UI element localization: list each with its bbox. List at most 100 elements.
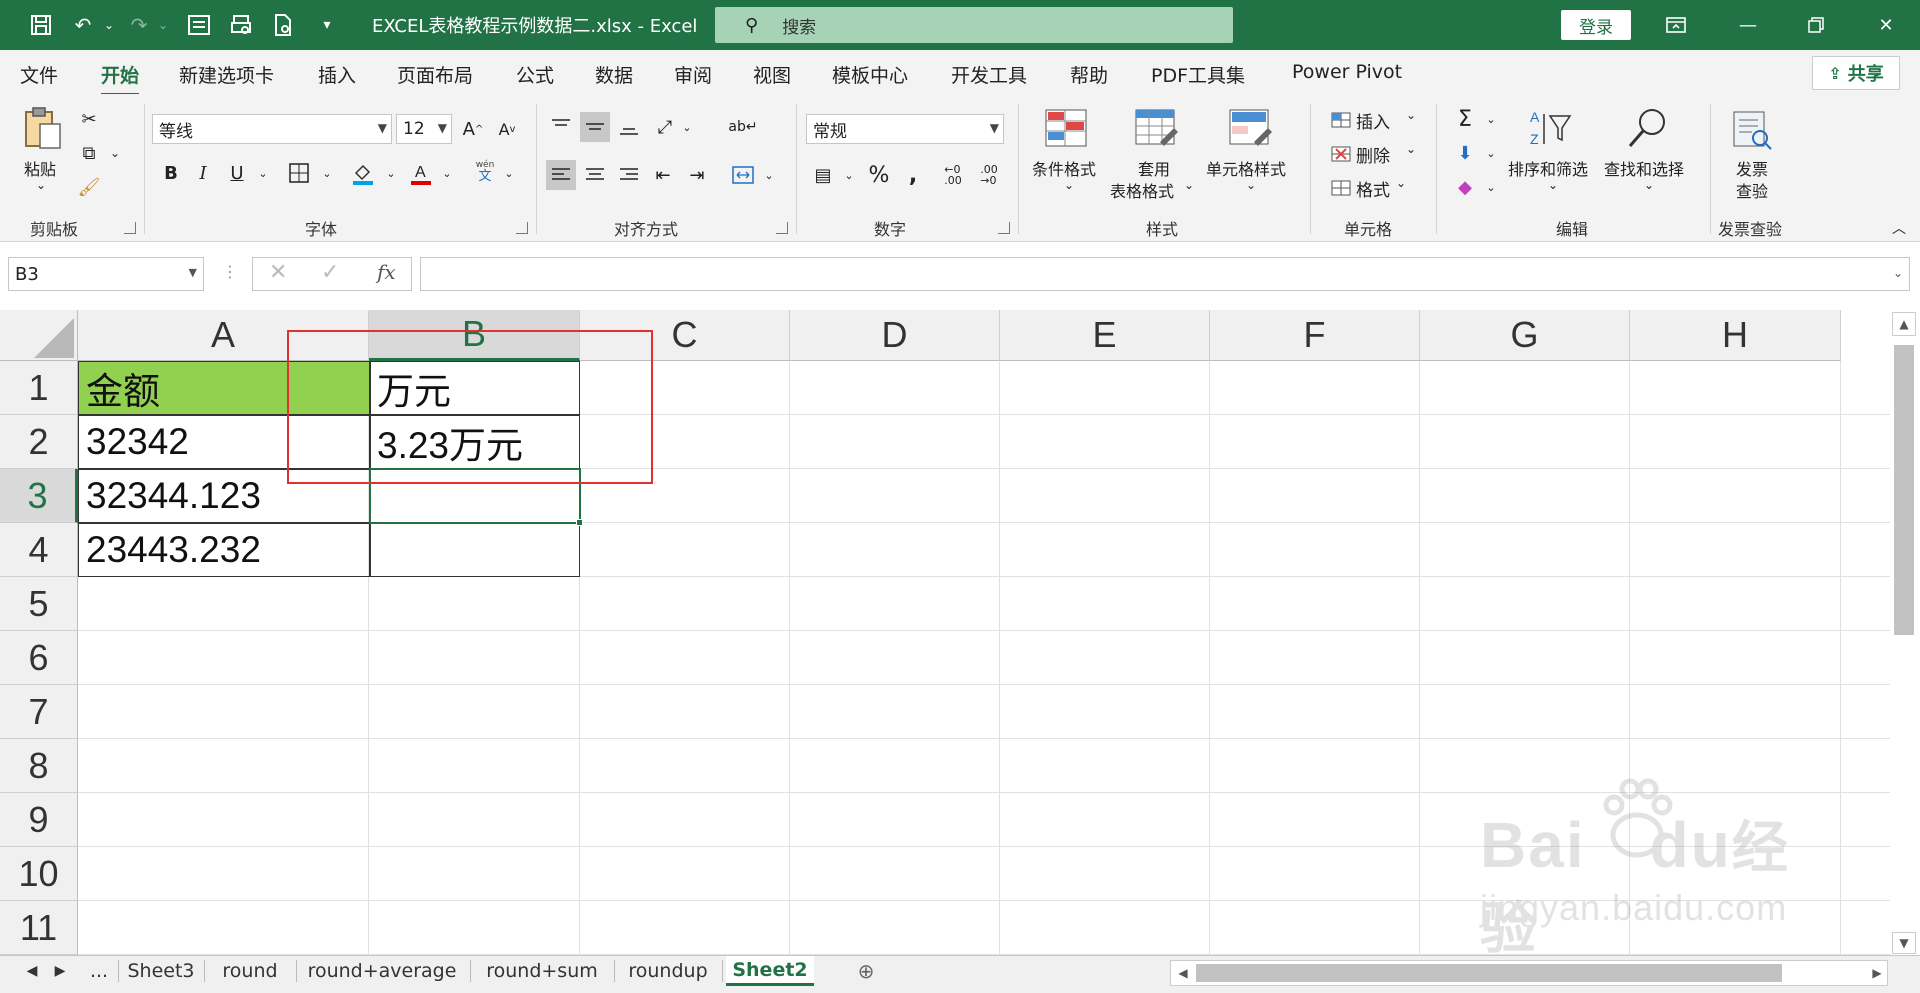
autosum-dropdown-icon[interactable]: ⌄ <box>1476 104 1506 134</box>
fill-color-dropdown-icon[interactable]: ⌄ <box>376 158 406 188</box>
collapse-ribbon-icon[interactable]: ︿ <box>1892 218 1906 238</box>
font-color-dropdown-icon[interactable]: ⌄ <box>432 158 462 188</box>
merge-dropdown-icon[interactable]: ⌄ <box>754 160 784 190</box>
column-header-g[interactable]: G <box>1420 310 1630 361</box>
print-preview-icon[interactable] <box>224 8 258 42</box>
scroll-left-icon[interactable]: ◀ <box>1172 960 1194 986</box>
name-box[interactable]: B3 ▼ <box>8 257 204 291</box>
decrease-decimal-icon[interactable]: .00 →0 <box>974 160 1004 190</box>
conditional-format-icon[interactable] <box>1044 108 1088 152</box>
sheet-tab-sheet2[interactable]: Sheet2 <box>726 956 814 986</box>
cell-styles-dropdown-icon[interactable]: ⌄ <box>1246 178 1256 192</box>
customize-qat-icon[interactable]: ▾ <box>310 8 344 42</box>
tab-pdf-tools[interactable]: PDF工具集 <box>1151 61 1245 88</box>
row-header-8[interactable]: 8 <box>0 739 78 793</box>
insert-cells-icon[interactable] <box>1326 104 1356 134</box>
tab-new-tab[interactable]: 新建选项卡 <box>179 61 274 88</box>
format-as-table-dropdown-icon[interactable]: ⌄ <box>1184 178 1194 192</box>
sort-filter-button[interactable]: 排序和筛选 <box>1508 156 1588 180</box>
increase-indent-icon[interactable]: ⇥ <box>682 160 712 190</box>
cell-a4[interactable]: 23443.232 <box>80 524 368 576</box>
tab-insert[interactable]: 插入 <box>318 61 356 88</box>
horizontal-scroll-thumb[interactable] <box>1196 964 1782 982</box>
scroll-down-icon[interactable]: ▼ <box>1892 932 1916 954</box>
decrease-indent-icon[interactable]: ⇤ <box>648 160 678 190</box>
find-select-button[interactable]: 查找和选择 <box>1604 156 1684 180</box>
tab-help[interactable]: 帮助 <box>1070 61 1108 88</box>
close-icon[interactable]: ✕ <box>1866 10 1906 40</box>
row-header-4[interactable]: 4 <box>0 523 78 577</box>
accounting-dropdown-icon[interactable]: ⌄ <box>834 160 864 190</box>
bottom-align-icon[interactable] <box>614 112 644 142</box>
tab-data[interactable]: 数据 <box>595 61 633 88</box>
scroll-sheets-left-icon[interactable]: ◀ <box>20 956 44 986</box>
border-icon[interactable] <box>284 158 314 188</box>
font-launcher-icon[interactable] <box>516 222 528 234</box>
decrease-font-size-icon[interactable]: Av <box>492 114 522 144</box>
sort-filter-icon[interactable]: AZ <box>1528 106 1572 150</box>
italic-button[interactable]: I <box>188 158 218 188</box>
scroll-sheets-right-icon[interactable]: ▶ <box>48 956 72 986</box>
row-header-7[interactable]: 7 <box>0 685 78 739</box>
tab-review[interactable]: 审阅 <box>674 61 712 88</box>
delete-cells-button[interactable]: 删除 <box>1356 142 1390 167</box>
comma-style-icon[interactable]: , <box>898 160 928 190</box>
row-header-9[interactable]: 9 <box>0 793 78 847</box>
insert-cells-button[interactable]: 插入 <box>1356 108 1390 133</box>
insert-function-button[interactable]: fx <box>377 260 396 284</box>
delete-cells-icon[interactable] <box>1326 138 1356 168</box>
row-header-11[interactable]: 11 <box>0 901 78 955</box>
insert-cells-dropdown-icon[interactable]: ⌄ <box>1406 108 1416 122</box>
ribbon-display-icon[interactable] <box>1656 10 1696 40</box>
select-all-button[interactable] <box>0 310 78 361</box>
tab-formulas[interactable]: 公式 <box>516 61 554 88</box>
paste-icon[interactable] <box>20 106 64 150</box>
login-button[interactable]: 登录 <box>1561 10 1631 40</box>
align-center-icon[interactable] <box>580 160 610 190</box>
minimize-icon[interactable]: — <box>1728 10 1768 40</box>
row-header-1[interactable]: 1 <box>0 361 78 415</box>
border-dropdown-icon[interactable]: ⌄ <box>312 158 342 188</box>
scroll-right-icon[interactable]: ▶ <box>1866 960 1888 986</box>
expand-formula-icon[interactable]: ⌄ <box>1893 266 1903 280</box>
column-header-f[interactable]: F <box>1210 310 1420 361</box>
redo-dropdown-icon[interactable]: ⌄ <box>146 8 180 42</box>
fill-handle[interactable] <box>576 519 583 526</box>
add-sheet-icon[interactable]: ⊕ <box>852 956 880 986</box>
search-box[interactable]: ⚲ 搜索 <box>715 7 1233 43</box>
sheet-tab-round-sum[interactable]: round+sum <box>474 956 610 986</box>
more-sheets-button[interactable]: ... <box>84 956 114 986</box>
vertical-scroll-thumb[interactable] <box>1894 345 1914 635</box>
scroll-up-icon[interactable]: ▲ <box>1892 312 1916 336</box>
row-header-3[interactable]: 3 <box>0 469 78 523</box>
conditional-format-button[interactable]: 条件格式 <box>1032 156 1096 180</box>
find-select-icon[interactable] <box>1626 106 1670 150</box>
format-as-table-label-2[interactable]: 表格格式 <box>1110 178 1174 202</box>
clear-dropdown-icon[interactable]: ⌄ <box>1476 172 1506 202</box>
sort-filter-dropdown-icon[interactable]: ⌄ <box>1548 178 1558 192</box>
format-painter-icon[interactable]: 🖌 <box>74 172 104 202</box>
bold-button[interactable]: B <box>156 158 186 188</box>
save-icon[interactable] <box>24 8 58 42</box>
fill-dropdown-icon[interactable]: ⌄ <box>1476 138 1506 168</box>
conditional-format-dropdown-icon[interactable]: ⌄ <box>1064 178 1074 192</box>
font-name-select[interactable]: 等线 ▼ <box>152 114 392 144</box>
tab-home[interactable]: 开始 <box>101 61 140 96</box>
sheet-tab-round[interactable]: round <box>208 956 292 986</box>
format-cells-button[interactable]: 格式 <box>1356 176 1390 201</box>
tab-page-layout[interactable]: 页面布局 <box>397 61 473 88</box>
enter-icon[interactable]: ✓ <box>321 260 339 285</box>
delete-cells-dropdown-icon[interactable]: ⌄ <box>1406 142 1416 156</box>
worksheet-grid[interactable]: ABCDEFGH 1 2 3 4 5 6 7 8 9 10 11 金额 万元 32342 3.23万… <box>0 310 1890 955</box>
paste-dropdown-icon[interactable]: ⌄ <box>36 178 46 192</box>
row-header-6[interactable]: 6 <box>0 631 78 685</box>
number-format-select[interactable]: 常规 ▼ <box>806 114 1004 144</box>
column-header-d[interactable]: D <box>790 310 1000 361</box>
invoice-check-label-1[interactable]: 发票 <box>1736 156 1768 180</box>
sheet-tab-round-average[interactable]: round+average <box>300 956 464 986</box>
formula-input[interactable]: ⌄ <box>420 257 1910 291</box>
row-header-2[interactable]: 2 <box>0 415 78 469</box>
middle-align-icon[interactable] <box>580 112 610 142</box>
top-align-icon[interactable] <box>546 112 576 142</box>
clipboard-launcher-icon[interactable] <box>124 222 136 234</box>
